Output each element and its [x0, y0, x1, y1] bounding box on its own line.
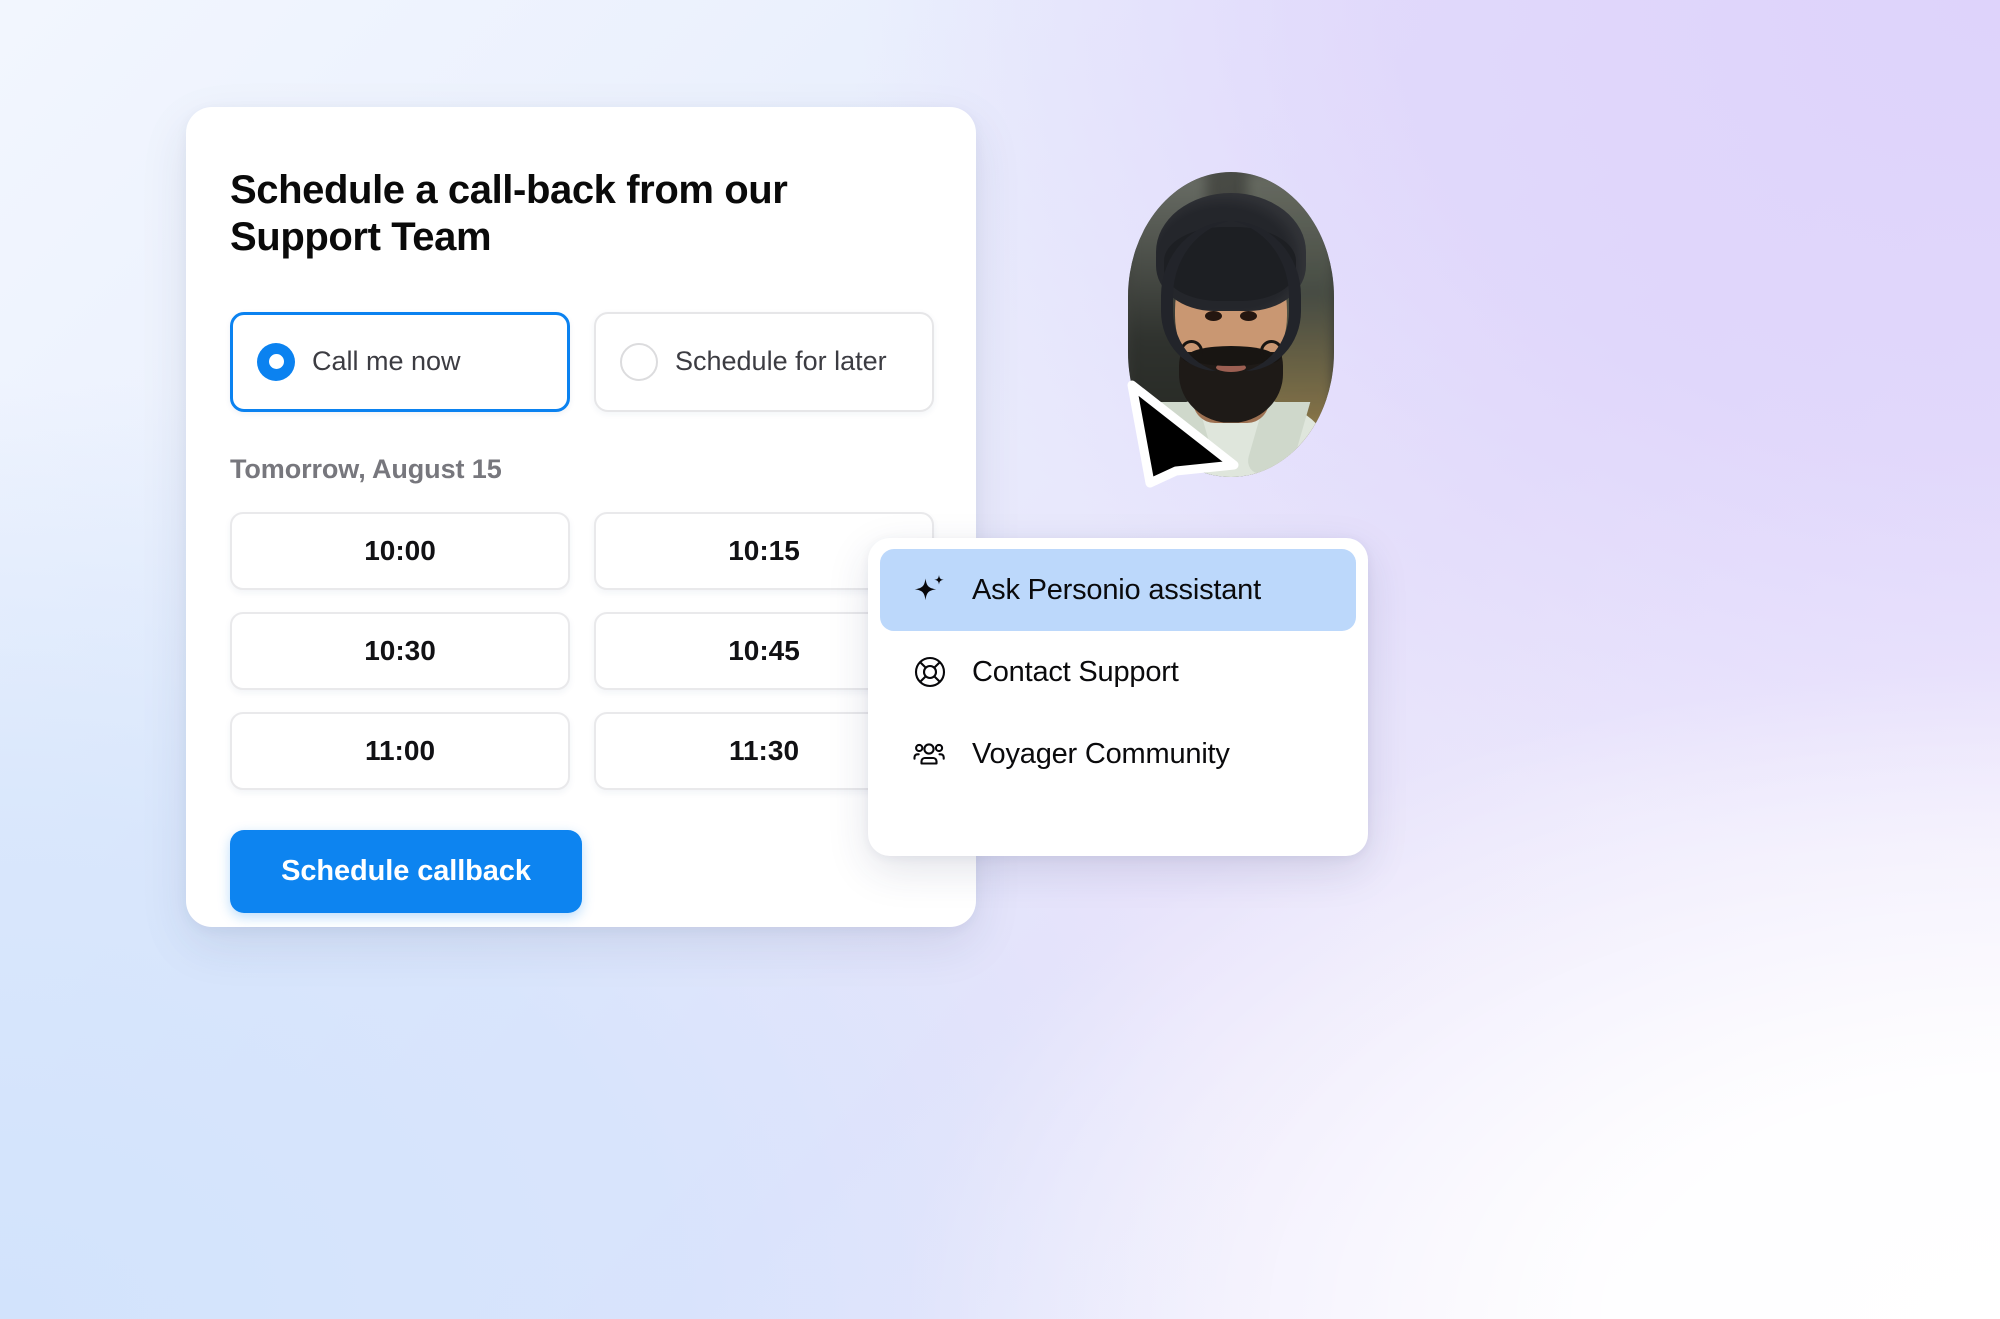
- menu-item-label: Ask Personio assistant: [972, 573, 1261, 606]
- radio-option-schedule-for-later[interactable]: Schedule for later: [594, 311, 934, 412]
- time-slot-grid: 10:00 10:15 10:30 10:45 11:00 11:30: [230, 511, 976, 790]
- time-slot-button[interactable]: 10:30: [230, 611, 570, 690]
- menu-item-voyager-community[interactable]: Voyager Community: [880, 713, 1356, 795]
- radio-option-call-me-now[interactable]: Call me now: [230, 311, 570, 412]
- radio-unselected-icon: [620, 342, 658, 381]
- radio-selected-icon: [257, 342, 295, 381]
- sparkle-icon: [912, 572, 948, 608]
- menu-item-ask-personio-assistant[interactable]: Ask Personio assistant: [880, 549, 1356, 631]
- schedule-callback-card: Schedule a call-back from our Support Te…: [186, 107, 976, 927]
- avatar-turban-sides: [1161, 221, 1301, 371]
- lifebuoy-icon: [912, 654, 948, 690]
- radio-option-label: Call me now: [312, 346, 461, 377]
- call-timing-radio-group: Call me now Schedule for later: [230, 311, 976, 412]
- avatar: [1127, 172, 1334, 488]
- avatar-portrait: [1128, 172, 1334, 477]
- page-background: Schedule a call-back from our Support Te…: [0, 0, 2000, 1319]
- menu-item-contact-support[interactable]: Contact Support: [880, 631, 1356, 713]
- date-label: Tomorrow, August 15: [230, 453, 502, 484]
- menu-item-label: Voyager Community: [972, 737, 1230, 770]
- menu-item-label: Contact Support: [972, 655, 1179, 688]
- radio-option-label: Schedule for later: [675, 346, 887, 377]
- help-menu-panel: Ask Personio assistant Contact Support V…: [868, 538, 1368, 856]
- page-title: Schedule a call-back from our Support Te…: [230, 168, 788, 259]
- schedule-callback-button[interactable]: Schedule callback: [230, 829, 582, 913]
- time-slot-button[interactable]: 11:00: [230, 711, 570, 790]
- time-slot-button[interactable]: 10:00: [230, 511, 570, 590]
- people-group-icon: [912, 736, 948, 772]
